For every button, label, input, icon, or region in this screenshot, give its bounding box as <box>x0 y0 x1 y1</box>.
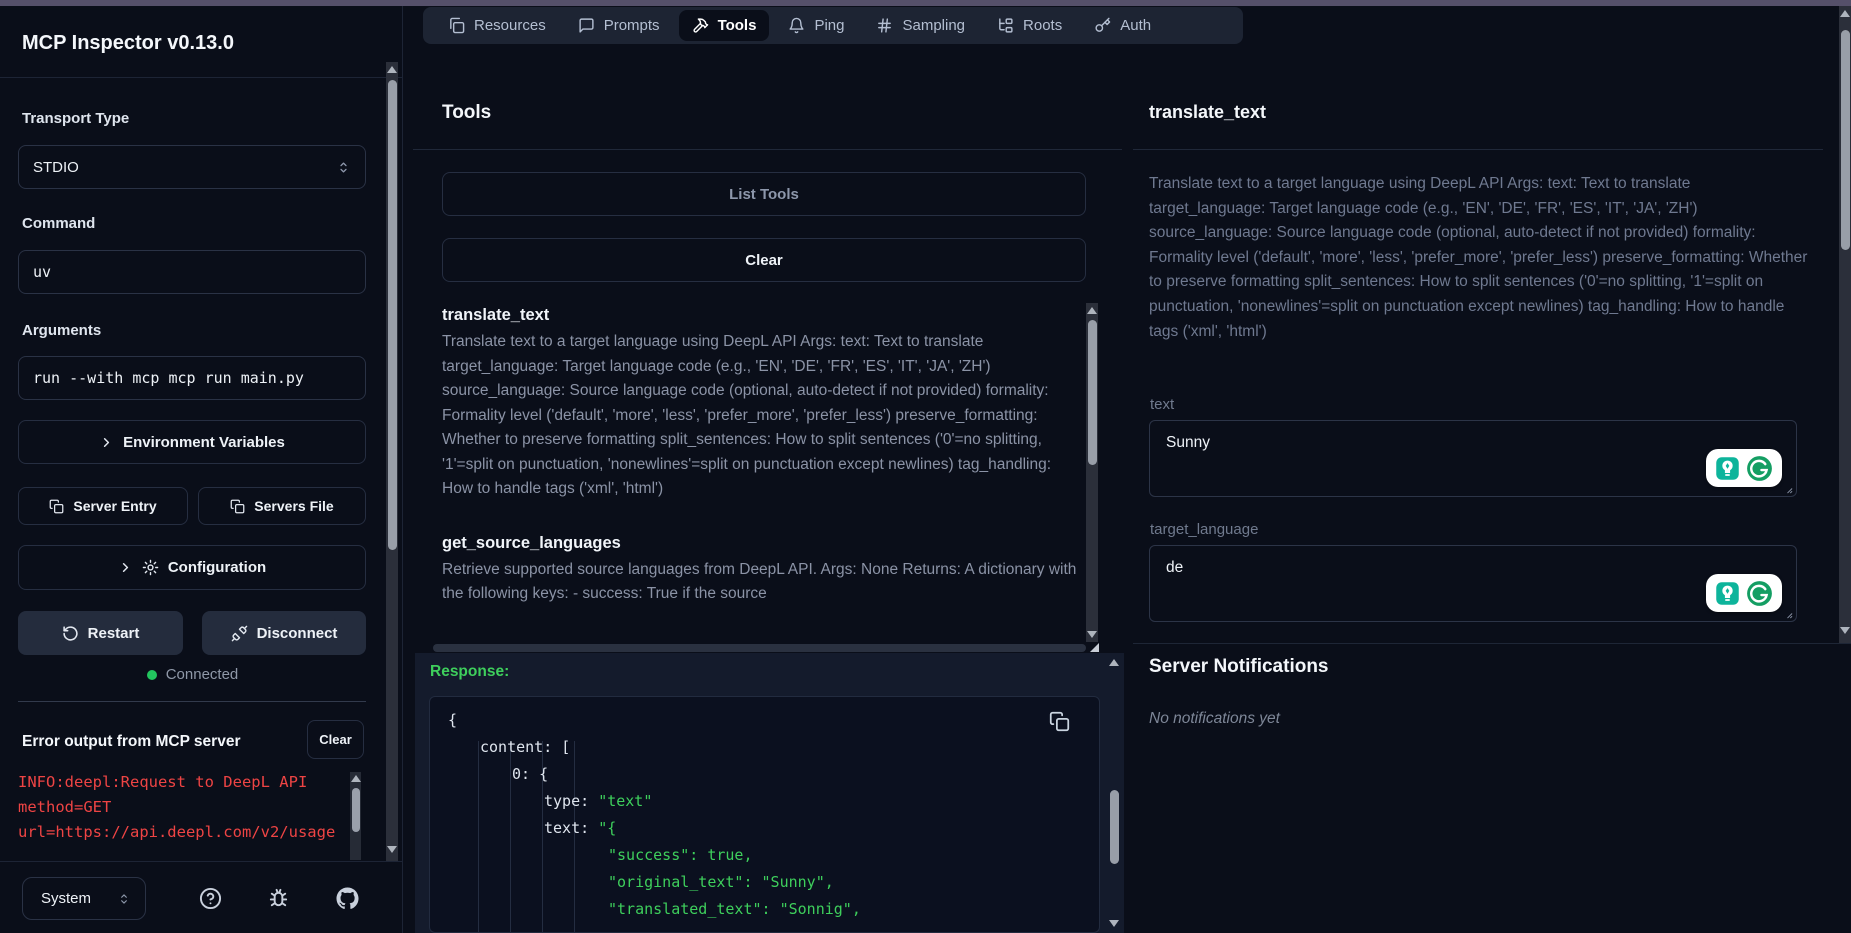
tab-ping[interactable]: Ping <box>775 10 857 41</box>
tool-description: Retrieve supported source languages from… <box>442 560 1077 603</box>
divider <box>18 701 366 702</box>
tool-list-scrollbar-thumb[interactable] <box>1087 320 1097 465</box>
command-label: Command <box>22 215 96 232</box>
json-rows: { content: [ 0: { type: "text" text: "{ … <box>448 711 861 918</box>
unplug-icon <box>231 625 248 642</box>
error-clear-button[interactable]: Clear <box>307 720 364 759</box>
target-language-field-label: target_language <box>1150 521 1259 538</box>
textarea-resize-handle[interactable] <box>1782 608 1793 619</box>
grammarly-icon <box>1744 453 1775 484</box>
tool-detail-description: Translate text to a target language usin… <box>1149 175 1808 340</box>
restart-icon <box>62 625 79 642</box>
response-label: Response: <box>430 663 510 680</box>
footer-divider <box>0 861 403 862</box>
server-entry-button[interactable]: Server Entry <box>18 487 188 525</box>
response-json-viewer[interactable]: { content: [ 0: { type: "text" text: "{ … <box>429 696 1100 933</box>
error-output-title: Error output from MCP server <box>22 733 241 750</box>
sidebar-scrollbar-down-arrow[interactable] <box>387 846 397 853</box>
list-item: translate_text Translate text to a targe… <box>442 306 1078 502</box>
key-icon <box>1094 17 1111 34</box>
tab-roots[interactable]: Roots <box>984 10 1075 41</box>
response-scrollbar-thumb[interactable] <box>1109 790 1119 864</box>
status-dot <box>146 669 157 680</box>
tab-bar: Resources Prompts Tools Ping Sampling Ro… <box>423 7 1243 44</box>
tab-auth[interactable]: Auth <box>1081 10 1164 41</box>
restart-button[interactable]: Restart <box>18 611 183 655</box>
main-scrollbar-thumb[interactable] <box>1840 30 1850 250</box>
server-notifications-title: Server Notifications <box>1149 656 1329 677</box>
divider <box>413 149 1122 150</box>
tools-clear-button[interactable]: Clear <box>442 238 1086 282</box>
chevrons-up-down-icon <box>117 892 131 906</box>
error-line: INFO:deepl:Request to DeepL API <box>18 773 308 791</box>
target-language-field-input[interactable]: de <box>1149 545 1797 622</box>
sidebar-divider <box>0 77 403 78</box>
text-field-input[interactable]: Sunny <box>1149 420 1797 497</box>
tool-name-get-source-languages[interactable]: get_source_languages <box>442 534 1078 553</box>
transport-type-label: Transport Type <box>22 110 130 127</box>
github-icon[interactable] <box>336 887 359 910</box>
error-output-log[interactable]: INFO:deepl:Request to DeepL API method=G… <box>18 770 350 860</box>
message-square-icon <box>578 17 595 34</box>
tool-list: translate_text Translate text to a targe… <box>442 306 1078 642</box>
grammarly-icon <box>1744 578 1775 609</box>
copy-response-icon[interactable] <box>1048 710 1070 732</box>
grammarly-widget[interactable] <box>1706 574 1782 612</box>
textarea-resize-handle[interactable] <box>1782 483 1793 494</box>
servers-file-button[interactable]: Servers File <box>198 487 366 525</box>
help-icon[interactable] <box>199 887 222 910</box>
tool-name-translate-text[interactable]: translate_text <box>442 306 1078 325</box>
sidebar: MCP Inspector v0.13.0 Transport Type STD… <box>0 6 403 933</box>
lightbulb-icon <box>1714 580 1741 607</box>
theme-select[interactable]: System <box>22 877 146 920</box>
error-line: method=GET <box>18 798 112 816</box>
bug-icon[interactable] <box>267 887 290 910</box>
notifications-empty-message: No notifications yet <box>1149 710 1280 727</box>
list-tools-button[interactable]: List Tools <box>442 172 1086 216</box>
lightbulb-icon <box>1714 455 1741 482</box>
grammarly-widget[interactable] <box>1706 449 1782 487</box>
transport-type-select[interactable]: STDIO <box>18 145 366 189</box>
connection-status: Connected <box>0 666 385 683</box>
tab-prompts[interactable]: Prompts <box>565 10 673 41</box>
error-line: url=https://api.deepl.com/v2/usage <box>18 823 336 841</box>
app-title: MCP Inspector v0.13.0 <box>22 32 234 54</box>
configuration-button[interactable]: Configuration <box>18 545 366 590</box>
divider <box>1133 643 1851 644</box>
divider <box>1133 149 1823 150</box>
text-field-label: text <box>1150 396 1175 413</box>
copy-icon <box>49 499 64 514</box>
hammer-icon <box>692 17 709 34</box>
list-item: get_source_languages Retrieve supported … <box>442 534 1078 607</box>
chevron-right-icon <box>99 435 114 450</box>
resize-corner[interactable] <box>1090 643 1099 652</box>
tree-icon <box>997 17 1014 34</box>
sidebar-scrollbar-thumb[interactable] <box>387 80 397 550</box>
tab-resources[interactable]: Resources <box>435 10 559 41</box>
files-icon <box>448 17 465 34</box>
bell-icon <box>788 17 805 34</box>
main-scrollbar-down-arrow[interactable] <box>1840 627 1850 634</box>
tool-description: Translate text to a target language usin… <box>442 333 1052 497</box>
chevrons-up-down-icon <box>336 160 351 175</box>
copy-icon <box>230 499 245 514</box>
mcp-inspector-window: MCP Inspector v0.13.0 Transport Type STD… <box>0 0 1851 933</box>
arguments-label: Arguments <box>22 322 102 339</box>
disconnect-button[interactable]: Disconnect <box>202 611 366 655</box>
environment-variables-button[interactable]: Environment Variables <box>18 420 366 464</box>
gear-icon <box>142 559 159 576</box>
tab-tools[interactable]: Tools <box>678 10 770 41</box>
tab-sampling[interactable]: Sampling <box>863 10 978 41</box>
chevron-right-icon <box>118 560 133 575</box>
command-input[interactable]: uv <box>18 250 366 294</box>
response-scrollbar-down-arrow[interactable] <box>1109 920 1119 927</box>
error-log-scrollbar-thumb[interactable] <box>351 788 360 832</box>
tool-list-scrollbar-down-arrow[interactable] <box>1087 631 1097 638</box>
tools-panel-title: Tools <box>442 102 492 123</box>
tool-detail-title: translate_text <box>1149 102 1267 122</box>
tool-list-horizontal-scrollbar[interactable] <box>433 644 1086 652</box>
hash-icon <box>876 17 893 34</box>
arguments-input[interactable]: run --with mcp mcp run main.py <box>18 356 366 400</box>
